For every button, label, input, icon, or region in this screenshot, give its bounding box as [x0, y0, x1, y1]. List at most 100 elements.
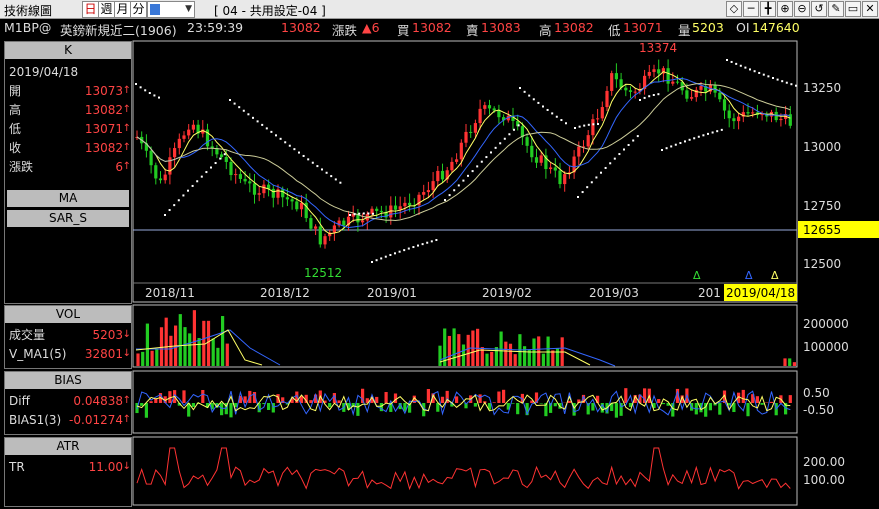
- sar-dot: [270, 130, 273, 133]
- volume-bar: [216, 347, 220, 366]
- volume-bar: [221, 316, 225, 366]
- sar-dot: [604, 166, 607, 169]
- candle-body: [295, 201, 299, 210]
- volume-bar: [136, 353, 140, 366]
- candle-body: [685, 90, 689, 99]
- volume-bar: [513, 354, 517, 366]
- sar-dot: [643, 96, 646, 99]
- sar-dot: [618, 153, 621, 156]
- sar-dot: [762, 73, 765, 76]
- volume-bar: [188, 333, 192, 366]
- sar-dot: [389, 253, 392, 256]
- bias-bar: [567, 400, 571, 403]
- sar-dot: [517, 124, 520, 127]
- bias-tick-neg: -0.50: [803, 403, 834, 417]
- sar-dot: [597, 123, 599, 126]
- bias-series: [135, 388, 792, 418]
- candle-body: [309, 218, 313, 229]
- bias-bar: [337, 400, 341, 403]
- volume-bar: [546, 336, 550, 366]
- volume-bar: [494, 347, 498, 366]
- date-label-jan: 2019/01: [367, 286, 417, 300]
- sar-dot: [362, 212, 365, 215]
- sar-dot: [785, 81, 788, 84]
- sar-dot: [623, 148, 625, 151]
- current-level-value: 12655: [803, 223, 841, 237]
- sar-dot: [210, 166, 212, 169]
- sar-dot: [430, 240, 433, 243]
- sar-dot: [523, 90, 526, 93]
- sar-dot: [767, 75, 770, 78]
- sar-dot: [256, 120, 259, 123]
- sar-dot: [191, 184, 194, 187]
- sar-dot: [398, 250, 401, 253]
- candle-body: [158, 178, 163, 181]
- sar-dot: [187, 189, 189, 192]
- sar-dot: [394, 252, 396, 255]
- sar-dot: [519, 87, 521, 89]
- sar-dot: [592, 123, 595, 126]
- bias-bar: [140, 403, 144, 406]
- candle-body: [440, 170, 445, 180]
- sar-dot: [590, 181, 593, 184]
- sar-dot: [279, 137, 282, 140]
- sar-dot: [164, 214, 166, 216]
- candle-body: [361, 220, 365, 223]
- sar-dot: [688, 138, 691, 141]
- volume-bar: [490, 351, 494, 366]
- sar-dot: [503, 137, 506, 140]
- sar-dot: [153, 94, 156, 97]
- volume-bar: [457, 334, 461, 366]
- candle-body: [628, 90, 633, 92]
- bias-bar: [478, 394, 482, 403]
- sar-dot: [233, 102, 236, 105]
- sar-dot: [537, 101, 540, 104]
- sar-dot: [565, 122, 567, 125]
- sar-dot: [457, 184, 460, 187]
- bias-bar: [769, 401, 774, 403]
- sar-dot: [467, 174, 469, 177]
- bias-bar: [788, 395, 792, 403]
- sar-dot: [587, 123, 590, 126]
- signal-marker-1: Δ: [693, 269, 701, 282]
- sar-dot: [776, 78, 779, 81]
- volume-bar: [504, 341, 508, 366]
- sar-dot: [200, 175, 203, 178]
- sar-dot: [238, 106, 241, 109]
- candle-body: [600, 107, 604, 119]
- bias-bar: [643, 388, 647, 403]
- min-price-label: 12512: [304, 266, 342, 280]
- candle-body: [182, 135, 186, 139]
- bias-bar: [746, 403, 750, 417]
- candle-body: [666, 68, 670, 84]
- candle-body: [257, 193, 261, 195]
- sar-dot: [182, 194, 185, 197]
- bias-bar: [455, 396, 459, 403]
- volume-bar: [555, 348, 560, 366]
- bias-bar: [154, 398, 158, 403]
- volume-bar: [159, 327, 164, 366]
- sar-dot: [311, 161, 314, 164]
- candle-body: [408, 202, 412, 206]
- candle-body: [610, 73, 614, 91]
- sar-dot: [528, 94, 531, 97]
- bias-bar: [708, 403, 712, 411]
- candle-body: [779, 118, 783, 121]
- candle-body: [675, 81, 680, 83]
- atr-line: [136, 447, 791, 491]
- bias-bar: [492, 402, 496, 403]
- signal-marker-3: Δ: [771, 269, 779, 282]
- sar-dot: [177, 199, 180, 202]
- candle-body: [539, 155, 543, 163]
- candle-body: [549, 167, 553, 170]
- candle-body: [238, 174, 242, 179]
- sar-dot: [657, 93, 660, 96]
- candle-body: [586, 135, 590, 147]
- sar-dot: [214, 162, 217, 165]
- chart-canvas[interactable]: 13374 12512 Δ Δ Δ 2018/11 2018/12 2019/0…: [0, 0, 879, 509]
- volume-bar: [541, 353, 545, 366]
- sar-dot: [223, 153, 226, 156]
- bias-bar: [591, 403, 595, 411]
- candle-body: [558, 170, 562, 185]
- sar-dot: [288, 144, 291, 147]
